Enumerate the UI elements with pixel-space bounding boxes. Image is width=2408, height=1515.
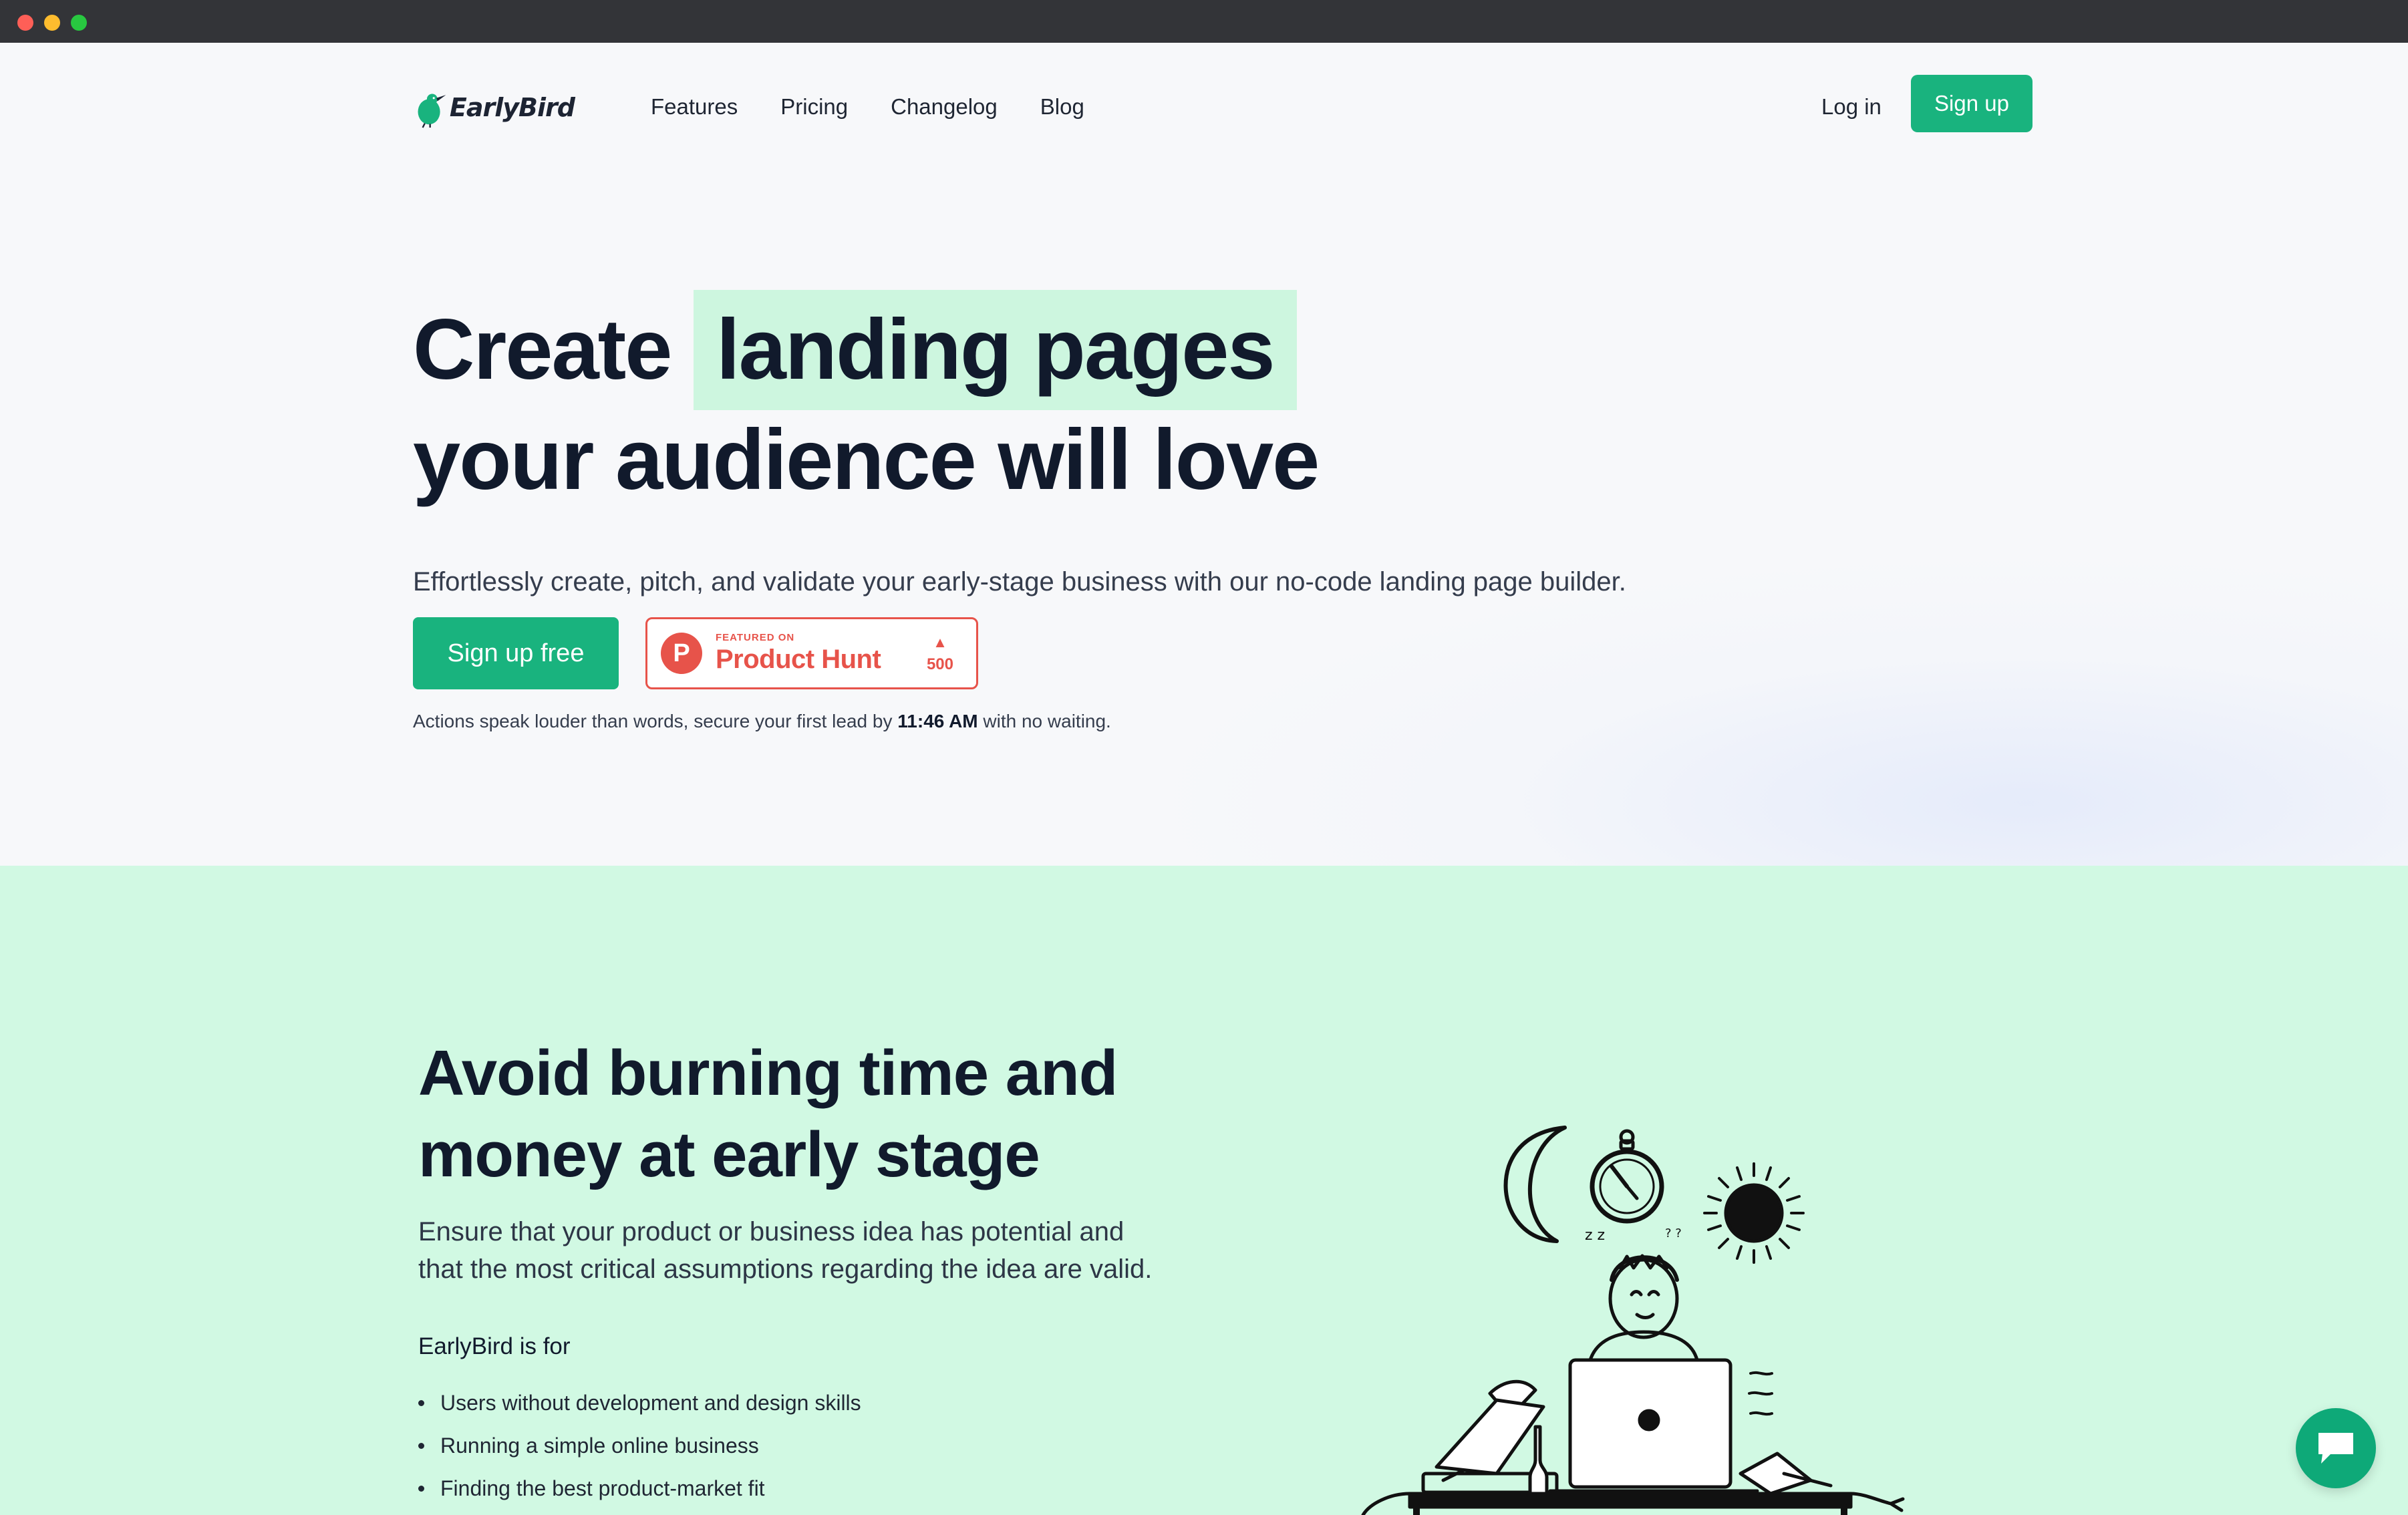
svg-text:? ?: ? ? [1665,1226,1682,1240]
audience-heading: EarlyBird is for [418,1333,571,1359]
person-at-desk-illustration: z z ? ? [1361,1126,1905,1515]
main-nav: Features Pricing Changelog Blog [651,87,1127,127]
audience-list: Users without development and design ski… [418,1381,861,1510]
hero-title: Create landing pages your audience will … [413,290,1415,510]
section-title-line1: Avoid burning time and [418,1037,1118,1109]
hero-title-line2: your audience will love [413,412,1320,508]
close-window-button[interactable] [17,15,33,31]
product-hunt-text: FEATURED ON Product Hunt [716,632,881,675]
product-hunt-badge[interactable]: P FEATURED ON Product Hunt ▲ 500 [645,617,978,689]
nav-blog[interactable]: Blog [1040,94,1084,120]
product-hunt-votes: ▲ 500 [927,634,953,674]
hero-title-highlight: landing pages [694,290,1297,410]
product-hunt-name: Product Hunt [716,645,881,674]
logo-text: EarlyBird [449,93,575,122]
chat-bubble-icon [2318,1433,2353,1464]
section-title: Avoid burning time and money at early st… [418,1033,1287,1196]
page: EarlyBird Features Pricing Changelog Blo… [0,43,2408,1515]
product-hunt-icon: P [661,633,702,674]
list-item: Finding the best product-market fit [418,1467,861,1510]
audience-item-text: Users without development and design ski… [440,1390,861,1415]
list-item: Running a simple online business [418,1424,861,1467]
problem-section: Avoid burning time and money at early st… [0,866,2408,1515]
bullet-icon [418,1399,424,1406]
maximize-window-button[interactable] [71,15,87,31]
minimize-window-button[interactable] [44,15,60,31]
audience-item-text: Running a simple online business [440,1433,759,1458]
svg-text:z z: z z [1585,1227,1605,1244]
nav-features[interactable]: Features [651,94,738,120]
signup-button[interactable]: Sign up [1911,75,2033,132]
section-description: Ensure that your product or business ide… [418,1217,1153,1284]
chat-button[interactable] [2296,1408,2376,1488]
logo[interactable]: EarlyBird [414,77,575,138]
upvote-arrow-icon: ▲ [933,634,947,651]
hero-title-pre: Create [413,302,672,397]
login-link[interactable]: Log in [1821,87,1882,127]
vote-count: 500 [926,655,953,673]
bullet-icon [418,1485,424,1492]
hero-note-time: 11:46 AM [897,711,978,731]
audience-item-text: Finding the best product-market fit [440,1476,765,1500]
list-item: Users without development and design ski… [418,1381,861,1424]
nav-pricing[interactable]: Pricing [780,94,848,120]
product-hunt-featured-label: FEATURED ON [716,632,795,643]
signup-free-button[interactable]: Sign up free [413,617,619,689]
hero-note-post: with no waiting. [983,711,1111,731]
hero-note: Actions speak louder than words, secure … [413,711,1749,732]
nav-changelog[interactable]: Changelog [891,94,998,120]
bird-logo-icon [418,94,446,128]
section-title-line2: money at early stage [418,1119,1040,1190]
browser-title-bar [0,0,2408,43]
hero-note-pre: Actions speak louder than words, secure … [413,711,893,731]
bullet-icon [418,1442,424,1449]
hero-subtitle: Effortlessly create, pitch, and validate… [413,567,1626,597]
